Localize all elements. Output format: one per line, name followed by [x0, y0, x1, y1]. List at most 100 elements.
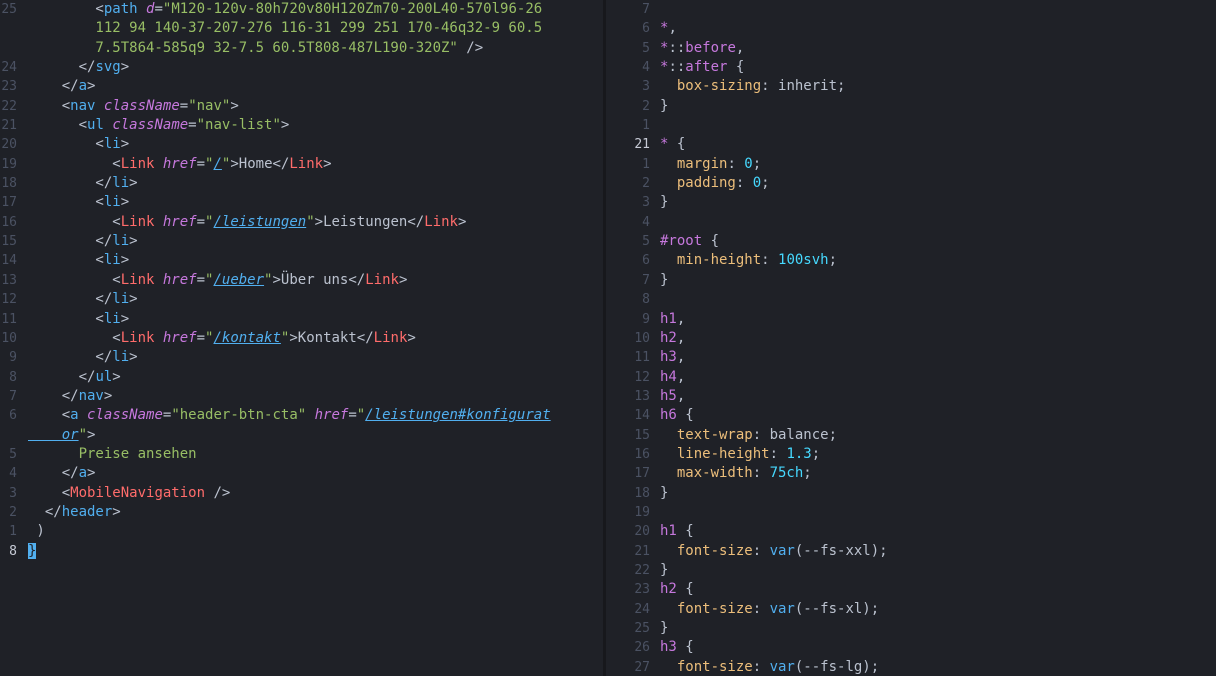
- code-line[interactable]: 21 * {: [606, 135, 1216, 154]
- code-text[interactable]: <li>: [28, 251, 129, 270]
- code-text[interactable]: </li>: [28, 174, 137, 193]
- editor-pane-right[interactable]: 7 6 *, 5 *::before,4 *::after {3 box-sizing: …: [606, 0, 1216, 676]
- code-line[interactable]: 10 <Link href="/kontakt">Kontakt</Link>: [0, 329, 603, 348]
- code-text[interactable]: <li>: [28, 135, 129, 154]
- code-text[interactable]: <li>: [28, 310, 129, 329]
- code-line[interactable]: 19: [606, 503, 1216, 522]
- code-line[interactable]: 26 h3 {: [606, 638, 1216, 657]
- code-line[interactable]: 3 box-sizing: inherit;: [606, 77, 1216, 96]
- code-text[interactable]: * {: [660, 135, 685, 154]
- code-text[interactable]: <ul className="nav-list">: [28, 116, 290, 135]
- code-text[interactable]: </ul>: [28, 368, 121, 387]
- code-line[interactable]: 2}: [606, 97, 1216, 116]
- code-line[interactable]: 4: [606, 213, 1216, 232]
- code-line[interactable]: 2 </header>: [0, 503, 603, 522]
- code-text[interactable]: text-wrap: balance;: [660, 426, 837, 445]
- code-line[interactable]: 21 <ul className="nav-list">: [0, 116, 603, 135]
- code-line[interactable]: 20 h1 {: [606, 522, 1216, 541]
- code-line[interactable]: 8 </ul>: [0, 368, 603, 387]
- code-line[interactable]: 17 max-width: 75ch;: [606, 464, 1216, 483]
- code-text[interactable]: }: [28, 542, 37, 561]
- code-text[interactable]: h6 {: [660, 406, 694, 425]
- code-line[interactable]: 7: [606, 0, 1216, 19]
- code-text[interactable]: <Link href="/kontakt">Kontakt</Link>: [28, 329, 416, 348]
- code-line[interactable]: 13 <Link href="/ueber">Über uns</Link>: [0, 271, 603, 290]
- code-text[interactable]: margin: 0;: [660, 155, 761, 174]
- code-text[interactable]: }: [660, 484, 668, 503]
- code-text[interactable]: h4,: [660, 368, 685, 387]
- code-text[interactable]: min-height: 100svh;: [660, 251, 837, 270]
- code-text[interactable]: </li>: [28, 348, 137, 367]
- code-text[interactable]: 7.5T864-585q9 32-7.5 60.5T808-487L190-32…: [28, 39, 483, 58]
- code-text[interactable]: </nav>: [28, 387, 113, 406]
- code-line[interactable]: 18}: [606, 484, 1216, 503]
- code-line[interactable]: 22}: [606, 561, 1216, 580]
- code-line[interactable]: 22 <nav className="nav">: [0, 97, 603, 116]
- code-text[interactable]: }: [660, 561, 668, 580]
- code-line[interactable]: 11 <li>: [0, 310, 603, 329]
- code-line[interactable]: 21 font-size: var(--fs-xxl);: [606, 542, 1216, 561]
- code-line[interactable]: 10 h2,: [606, 329, 1216, 348]
- code-text[interactable]: Preise ansehen: [28, 445, 197, 464]
- code-line[interactable]: 15 text-wrap: balance;: [606, 426, 1216, 445]
- code-line[interactable]: 15 </li>: [0, 232, 603, 251]
- code-line[interactable]: 6 min-height: 100svh;: [606, 251, 1216, 270]
- code-line[interactable]: 5 #root {: [606, 232, 1216, 251]
- code-text[interactable]: }: [660, 97, 668, 116]
- code-text[interactable]: padding: 0;: [660, 174, 770, 193]
- code-line[interactable]: 1 ): [0, 522, 603, 541]
- code-text[interactable]: font-size: var(--fs-xxl);: [660, 542, 888, 561]
- code-text[interactable]: <Link href="/">Home</Link>: [28, 155, 331, 174]
- code-text[interactable]: <Link href="/leistungen">Leistungen</Lin…: [28, 213, 466, 232]
- code-text[interactable]: <MobileNavigation />: [28, 484, 231, 503]
- code-line[interactable]: 12 </li>: [0, 290, 603, 309]
- code-text[interactable]: h2 {: [660, 580, 694, 599]
- code-line[interactable]: 8: [606, 290, 1216, 309]
- code-line[interactable]: 4 </a>: [0, 464, 603, 483]
- code-text[interactable]: <a className="header-btn-cta" href="/lei…: [28, 406, 551, 425]
- code-text[interactable]: *::after {: [660, 58, 744, 77]
- code-line[interactable]: 1 margin: 0;: [606, 155, 1216, 174]
- code-line[interactable]: 18 </li>: [0, 174, 603, 193]
- code-text[interactable]: *,: [660, 19, 677, 38]
- code-text[interactable]: <nav className="nav">: [28, 97, 239, 116]
- code-text[interactable]: h1,: [660, 310, 685, 329]
- code-line[interactable]: 14 h6 {: [606, 406, 1216, 425]
- code-line[interactable]: 20 <li>: [0, 135, 603, 154]
- code-line[interactable]: 13 h5,: [606, 387, 1216, 406]
- code-line[interactable]: 7 </nav>: [0, 387, 603, 406]
- code-line[interactable]: 6 <a className="header-btn-cta" href="/l…: [0, 406, 603, 425]
- code-line[interactable]: 12 h4,: [606, 368, 1216, 387]
- code-line[interactable]: 25}: [606, 619, 1216, 638]
- code-line[interactable]: or">: [0, 426, 603, 445]
- code-line[interactable]: 23 </a>: [0, 77, 603, 96]
- code-text[interactable]: </a>: [28, 464, 96, 483]
- code-line[interactable]: 25 <path d="M120-120v-80h720v80H120Zm70-…: [0, 0, 603, 19]
- code-line[interactable]: 27 font-size: var(--fs-lg);: [606, 658, 1216, 676]
- code-text[interactable]: }: [660, 619, 668, 638]
- code-text[interactable]: *::before,: [660, 39, 744, 58]
- code-text[interactable]: h5,: [660, 387, 685, 406]
- code-text[interactable]: max-width: 75ch;: [660, 464, 812, 483]
- code-line[interactable]: 8}: [0, 542, 603, 561]
- code-line[interactable]: 16 line-height: 1.3;: [606, 445, 1216, 464]
- code-text[interactable]: <li>: [28, 193, 129, 212]
- code-line[interactable]: 6 *,: [606, 19, 1216, 38]
- code-text[interactable]: ): [28, 522, 44, 541]
- code-text[interactable]: line-height: 1.3;: [660, 445, 820, 464]
- code-line[interactable]: 24 font-size: var(--fs-xl);: [606, 600, 1216, 619]
- code-text[interactable]: </header>: [28, 503, 121, 522]
- code-text[interactable]: 112 94 140-37-207-276 116-31 299 251 170…: [28, 19, 542, 38]
- code-text[interactable]: </li>: [28, 232, 137, 251]
- code-line[interactable]: 2 padding: 0;: [606, 174, 1216, 193]
- code-line[interactable]: 14 <li>: [0, 251, 603, 270]
- code-line[interactable]: 3 <MobileNavigation />: [0, 484, 603, 503]
- code-line[interactable]: 5 *::before,: [606, 39, 1216, 58]
- code-line[interactable]: 9 </li>: [0, 348, 603, 367]
- code-line[interactable]: 9 h1,: [606, 310, 1216, 329]
- code-text[interactable]: <path d="M120-120v-80h720v80H120Zm70-200…: [28, 0, 542, 19]
- code-line[interactable]: 5 Preise ansehen: [0, 445, 603, 464]
- code-line[interactable]: 17 <li>: [0, 193, 603, 212]
- code-text[interactable]: </svg>: [28, 58, 130, 77]
- code-text[interactable]: h1 {: [660, 522, 694, 541]
